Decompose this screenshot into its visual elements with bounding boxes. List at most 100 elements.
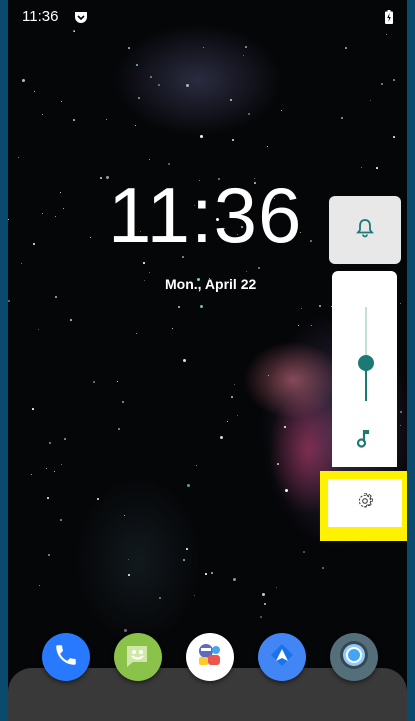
wallpaper-star [128, 559, 129, 560]
wallpaper-star [227, 421, 228, 422]
wallpaper-star [319, 305, 321, 307]
maps-icon [267, 640, 297, 674]
wallpaper-star [230, 99, 232, 101]
wallpaper-star [301, 308, 302, 309]
wallpaper-star [42, 213, 43, 214]
wallpaper-star [400, 425, 401, 426]
wallpaper-star [63, 208, 64, 209]
wallpaper-star [178, 306, 180, 308]
wallpaper-star [220, 436, 223, 439]
lock-date: Mon., April 22 [165, 276, 257, 292]
wallpaper-star [90, 237, 91, 238]
phone-app[interactable] [42, 633, 90, 681]
wallpaper-star [393, 136, 395, 138]
camera-app[interactable] [330, 633, 378, 681]
wallpaper-star [381, 83, 383, 85]
messages-icon [123, 640, 153, 674]
volume-settings-button[interactable] [328, 479, 402, 527]
wallpaper-star [61, 101, 62, 102]
wallpaper-star [159, 597, 161, 599]
wallpaper-star [136, 333, 137, 334]
wallpaper-star [124, 515, 125, 516]
wallpaper-star [33, 243, 35, 245]
wallpaper-star [106, 119, 107, 120]
wallpaper-star [341, 117, 343, 119]
wallpaper-star [310, 240, 312, 242]
wallpaper-star [8, 219, 9, 220]
wallpaper-star [186, 84, 189, 87]
wallpaper-star [74, 31, 75, 32]
wallpaper-star [345, 47, 347, 49]
wallpaper-star [128, 47, 130, 49]
wallpaper-star [400, 411, 402, 413]
wallpaper-star [8, 300, 10, 302]
wallpaper-star [262, 593, 265, 596]
wallpaper-star [231, 396, 233, 398]
status-time: 11:36 [22, 8, 59, 25]
wallpaper-star [49, 442, 51, 444]
wallpaper-star [200, 135, 203, 138]
media-volume-thumb[interactable] [358, 355, 374, 372]
duo-icon [194, 639, 226, 675]
wallpaper-star [149, 159, 150, 160]
wallpaper-star [149, 272, 150, 273]
wallpaper-star [54, 471, 55, 472]
wallpaper-star [135, 125, 136, 126]
wallpaper-star [34, 91, 35, 92]
wallpaper-star [285, 489, 288, 492]
wallpaper-star [237, 415, 238, 416]
lock-screen: 11:36 11:36 Mon., April 22 [8, 0, 407, 721]
wallpaper-star [168, 163, 170, 165]
wallpaper-star [143, 262, 145, 264]
wallpaper-star [233, 578, 236, 581]
wallpaper-star [303, 551, 305, 553]
media-volume-slider[interactable] [365, 307, 367, 401]
wallpaper-star [46, 468, 47, 469]
wallpaper-star [47, 497, 49, 499]
wallpaper-star [70, 319, 72, 321]
wallpaper-star [122, 401, 124, 403]
wallpaper-star [124, 629, 127, 632]
wallpaper-star [322, 567, 324, 569]
wallpaper-star [158, 84, 160, 86]
wallpaper-star [205, 573, 207, 575]
wallpaper-star [48, 554, 50, 556]
wallpaper-star [361, 167, 362, 168]
messages-app[interactable] [114, 633, 162, 681]
wallpaper-star [284, 426, 286, 428]
wallpaper-star [203, 47, 204, 48]
wallpaper-star [39, 585, 40, 586]
wallpaper-star [370, 100, 371, 101]
status-bar: 11:36 [8, 0, 407, 30]
wallpaper-star [298, 325, 299, 326]
wallpaper-star [245, 46, 247, 48]
wallpaper-star [234, 384, 235, 385]
maps-app[interactable] [258, 633, 306, 681]
wallpaper-star [150, 76, 152, 78]
wallpaper-star [32, 408, 34, 410]
wallpaper-star [186, 548, 188, 550]
pocket-icon [74, 9, 88, 23]
wallpaper-star [264, 603, 266, 605]
wallpaper-star [128, 574, 130, 576]
wallpaper-star [118, 428, 120, 430]
wallpaper-star [18, 157, 19, 158]
wallpaper-star [258, 267, 260, 269]
ringer-mode-button[interactable] [329, 196, 401, 264]
wallpaper-star [183, 359, 186, 362]
duo-app[interactable] [186, 633, 234, 681]
wallpaper-star [211, 572, 213, 574]
wallpaper-star [276, 587, 277, 588]
music-note-icon[interactable] [356, 427, 374, 449]
lock-clock: 11:36 [108, 171, 303, 259]
wallpaper-star [136, 64, 138, 66]
camera-icon [337, 638, 371, 676]
wallpaper-star [55, 216, 56, 217]
wallpaper-star [100, 177, 102, 179]
wallpaper-star [38, 329, 39, 330]
gear-icon [357, 492, 374, 513]
wallpaper-star [200, 305, 203, 308]
wallpaper-star [55, 296, 57, 298]
wallpaper-star [281, 110, 282, 111]
wallpaper-star [246, 271, 247, 272]
